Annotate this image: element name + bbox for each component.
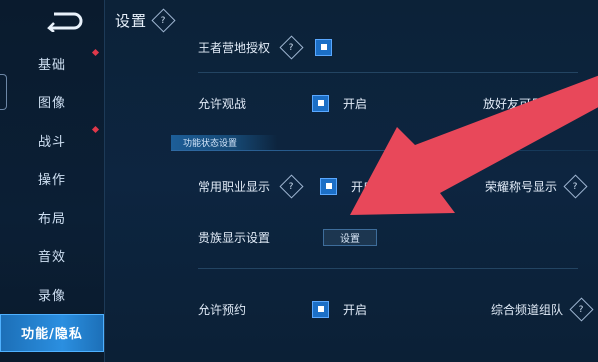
sidebar-nav: 基础 图像 战斗 操作 布局 音效 录像 功能/隐私 (0, 44, 104, 352)
setting-row-king-camp: 王者营地授权 ? (198, 32, 598, 62)
section-title: 功能状态设置 (171, 135, 278, 150)
help-icon[interactable]: ? (279, 34, 304, 60)
help-icon[interactable]: ? (569, 297, 594, 322)
setting-label: 综合频道组队 (491, 303, 564, 317)
noble-settings-button[interactable]: 设置 (323, 228, 377, 246)
settings-panel: 设置 ? 王者营地授权 ? 允许观战 开启 放好友可见 ? 功能状态设置 常用职… (105, 0, 598, 362)
king-camp-checkbox[interactable] (315, 38, 332, 56)
allow-reserve-checkbox[interactable] (312, 300, 329, 318)
allow-spectate-checkbox[interactable] (312, 94, 329, 112)
back-icon[interactable] (46, 10, 84, 33)
common-job-checkbox[interactable] (320, 177, 337, 195)
notification-dot (91, 125, 100, 134)
sidebar-item-label: 图像 (37, 96, 66, 112)
sidebar-item-sound[interactable]: 音效 (0, 237, 104, 276)
sidebar-item-label: 音效 (37, 250, 66, 266)
setting-row-noble: 贵族显示设置 设置 (198, 222, 598, 252)
divider (198, 72, 578, 73)
sidebar-item-label: 录像 (37, 288, 66, 304)
page-title: 设置 (115, 12, 148, 30)
red-arrow-icon (350, 75, 598, 215)
sidebar-item-label: 布局 (37, 211, 66, 227)
page-header: 设置 ? (115, 8, 176, 33)
sidebar-item-battle[interactable]: 战斗 (0, 121, 104, 160)
setting-row-channel-team: 综合频道组队 ? (491, 297, 594, 322)
divider (198, 268, 578, 269)
sidebar-item-layout[interactable]: 布局 (0, 198, 104, 237)
setting-label: 贵族显示设置 (198, 230, 271, 245)
sidebar: 基础 图像 战斗 操作 布局 音效 录像 功能/隐私 (0, 0, 105, 362)
setting-label: 常用职业显示 (198, 179, 271, 194)
help-icon[interactable]: ? (279, 173, 304, 199)
setting-value: 开启 (343, 302, 368, 317)
sidebar-item-control[interactable]: 操作 (0, 160, 104, 199)
notification-dot (91, 48, 100, 57)
sidebar-item-label: 基础 (37, 57, 66, 73)
setting-label: 王者营地授权 (198, 40, 271, 55)
setting-label: 允许观战 (198, 96, 247, 111)
sidebar-item-label: 功能/隐私 (21, 327, 83, 343)
sidebar-item-replay[interactable]: 录像 (0, 275, 104, 314)
sidebar-item-label: 战斗 (37, 134, 66, 150)
sidebar-item-function-privacy[interactable]: 功能/隐私 (0, 313, 104, 352)
setting-label: 允许预约 (198, 302, 247, 317)
sidebar-item-image[interactable]: 图像 (0, 83, 104, 122)
sidebar-item-basic[interactable]: 基础 (0, 44, 104, 83)
sidebar-item-label: 操作 (37, 173, 66, 189)
help-icon[interactable]: ? (151, 8, 176, 33)
